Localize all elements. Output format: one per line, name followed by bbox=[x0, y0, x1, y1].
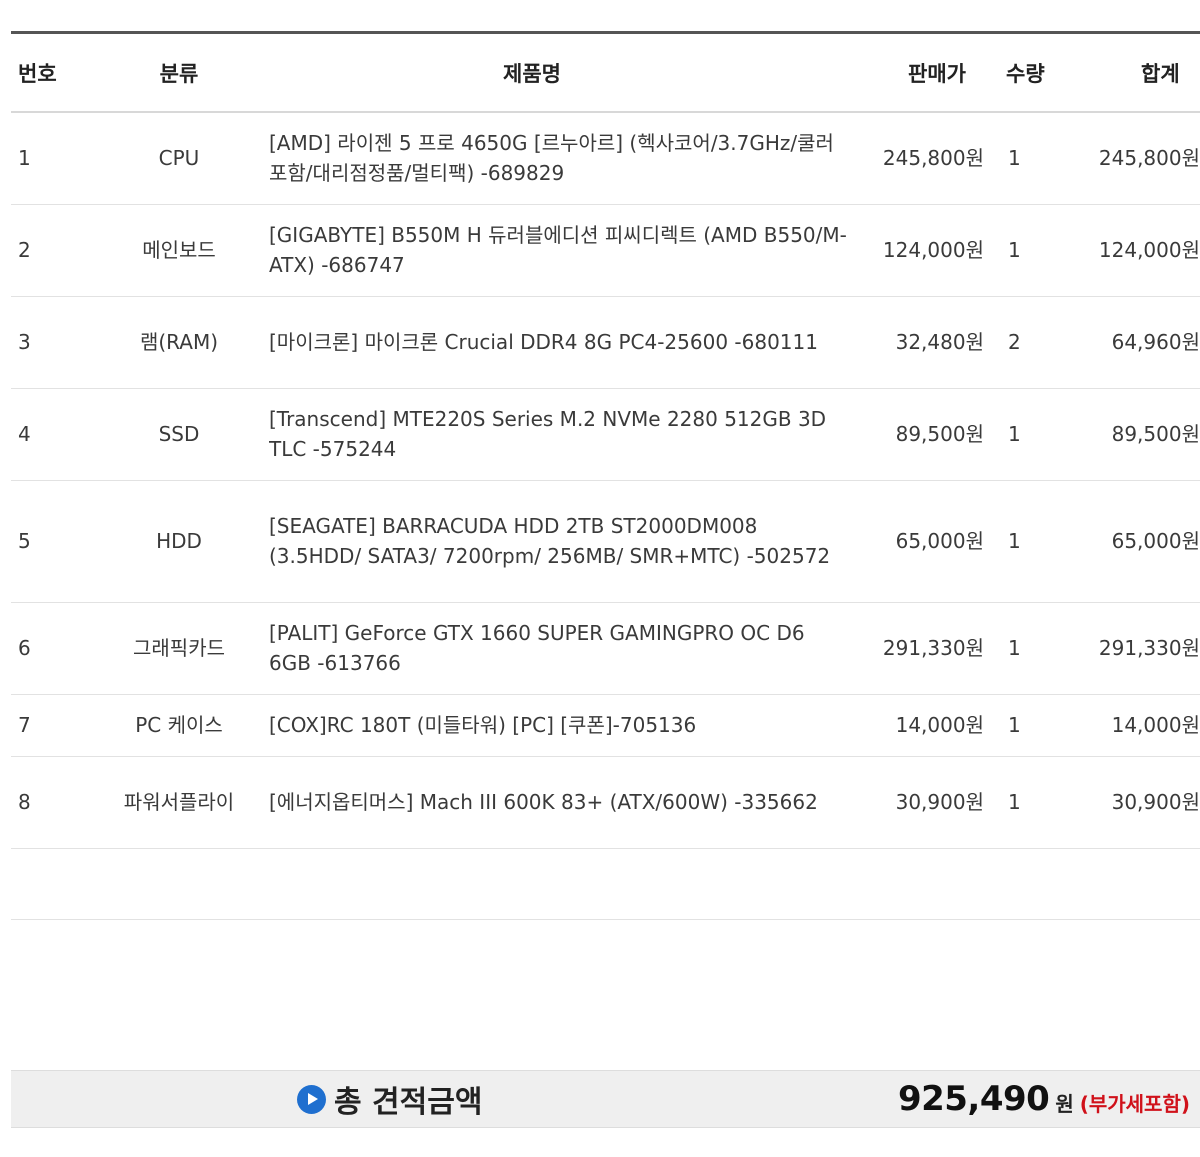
total-amount-group: 925,490 원 (부가세포함) bbox=[898, 1071, 1190, 1127]
row-category: HDD bbox=[89, 480, 269, 603]
quote-table: 번호 분류 제품명 판매가 수량 합계 1 CPU [AMD] 라이젠 5 프로… bbox=[11, 31, 1200, 920]
row-product-name[interactable]: [SEAGATE] BARRACUDA HDD 2TB ST2000DM008 … bbox=[269, 480, 857, 603]
row-num: 7 bbox=[11, 694, 89, 757]
row-num: 8 bbox=[11, 756, 89, 849]
row-category: SSD bbox=[89, 388, 269, 481]
table-row: 8 파워서플라이 [에너지옵티머스] Mach III 600K 83+ (AT… bbox=[11, 756, 1200, 849]
row-product-name[interactable]: [Transcend] MTE220S Series M.2 NVMe 2280… bbox=[269, 388, 857, 481]
table-header-row: 번호 분류 제품명 판매가 수량 합계 bbox=[11, 32, 1200, 113]
total-summary-bar: 총 견적금액 925,490 원 (부가세포함) bbox=[11, 1070, 1200, 1128]
header-category: 분류 bbox=[89, 32, 269, 113]
row-price: 89,500원 bbox=[857, 388, 984, 481]
total-amount: 925,490 bbox=[897, 1079, 1050, 1119]
row-total: 291,330원 bbox=[1069, 602, 1200, 695]
row-qty: 1 bbox=[984, 480, 1069, 603]
empty-cell bbox=[11, 848, 1200, 920]
row-total: 65,000원 bbox=[1069, 480, 1200, 603]
table-row: 3 램(RAM) [마이크론] 마이크론 Crucial DDR4 8G PC4… bbox=[11, 296, 1200, 389]
row-category: 그래픽카드 bbox=[89, 602, 269, 695]
row-product-name[interactable]: [GIGABYTE] B550M H 듀러블에디션 피씨디렉트 (AMD B55… bbox=[269, 204, 857, 297]
play-circle-icon bbox=[297, 1084, 326, 1114]
row-price: 124,000원 bbox=[857, 204, 984, 297]
row-category: PC 케이스 bbox=[89, 694, 269, 757]
row-num: 5 bbox=[11, 480, 89, 603]
table-row: 5 HDD [SEAGATE] BARRACUDA HDD 2TB ST2000… bbox=[11, 480, 1200, 603]
row-total: 124,000원 bbox=[1069, 204, 1200, 297]
row-total: 64,960원 bbox=[1069, 296, 1200, 389]
row-qty: 1 bbox=[984, 388, 1069, 481]
row-qty: 2 bbox=[984, 296, 1069, 389]
row-product-name[interactable]: [에너지옵티머스] Mach III 600K 83+ (ATX/600W) -… bbox=[269, 756, 857, 849]
row-qty: 1 bbox=[984, 694, 1069, 757]
row-product-name[interactable]: [COX]RC 180T (미들타워) [PC] [쿠폰]-705136 bbox=[269, 694, 857, 757]
row-product-name[interactable]: [마이크론] 마이크론 Crucial DDR4 8G PC4-25600 -6… bbox=[269, 296, 857, 389]
row-product-name[interactable]: [PALIT] GeForce GTX 1660 SUPER GAMINGPRO… bbox=[269, 602, 857, 695]
total-label-group: 총 견적금액 bbox=[297, 1071, 482, 1127]
row-price: 30,900원 bbox=[857, 756, 984, 849]
row-num: 2 bbox=[11, 204, 89, 297]
row-price: 291,330원 bbox=[857, 602, 984, 695]
row-qty: 1 bbox=[984, 112, 1069, 205]
header-total: 합계 bbox=[1069, 32, 1200, 113]
row-price: 14,000원 bbox=[857, 694, 984, 757]
row-num: 3 bbox=[11, 296, 89, 389]
table-row: 7 PC 케이스 [COX]RC 180T (미들타워) [PC] [쿠폰]-7… bbox=[11, 694, 1200, 757]
total-label: 총 견적금액 bbox=[334, 1085, 483, 1120]
row-total: 245,800원 bbox=[1069, 112, 1200, 205]
row-num: 6 bbox=[11, 602, 89, 695]
table-row: 4 SSD [Transcend] MTE220S Series M.2 NVM… bbox=[11, 388, 1200, 481]
header-num: 번호 bbox=[11, 32, 89, 113]
total-unit: 원 bbox=[1055, 1091, 1074, 1116]
row-category: 램(RAM) bbox=[89, 296, 269, 389]
row-price: 65,000원 bbox=[857, 480, 984, 603]
row-qty: 1 bbox=[984, 756, 1069, 849]
header-price: 판매가 bbox=[857, 32, 984, 113]
vat-included-note: (부가세포함) bbox=[1079, 1091, 1190, 1116]
row-price: 32,480원 bbox=[857, 296, 984, 389]
header-product: 제품명 bbox=[269, 32, 857, 113]
row-total: 89,500원 bbox=[1069, 388, 1200, 481]
row-price: 245,800원 bbox=[857, 112, 984, 205]
table-row: 2 메인보드 [GIGABYTE] B550M H 듀러블에디션 피씨디렉트 (… bbox=[11, 204, 1200, 297]
row-total: 14,000원 bbox=[1069, 694, 1200, 757]
header-qty: 수량 bbox=[984, 32, 1069, 113]
row-num: 1 bbox=[11, 112, 89, 205]
row-num: 4 bbox=[11, 388, 89, 481]
table-row: 1 CPU [AMD] 라이젠 5 프로 4650G [르누아르] (헥사코어/… bbox=[11, 112, 1200, 205]
row-product-name[interactable]: [AMD] 라이젠 5 프로 4650G [르누아르] (헥사코어/3.7GHz… bbox=[269, 112, 857, 205]
row-qty: 1 bbox=[984, 602, 1069, 695]
row-total: 30,900원 bbox=[1069, 756, 1200, 849]
row-qty: 1 bbox=[984, 204, 1069, 297]
row-category: CPU bbox=[89, 112, 269, 205]
table-row: 6 그래픽카드 [PALIT] GeForce GTX 1660 SUPER G… bbox=[11, 602, 1200, 695]
row-category: 파워서플라이 bbox=[89, 756, 269, 849]
row-category: 메인보드 bbox=[89, 204, 269, 297]
table-row-empty bbox=[11, 848, 1200, 920]
